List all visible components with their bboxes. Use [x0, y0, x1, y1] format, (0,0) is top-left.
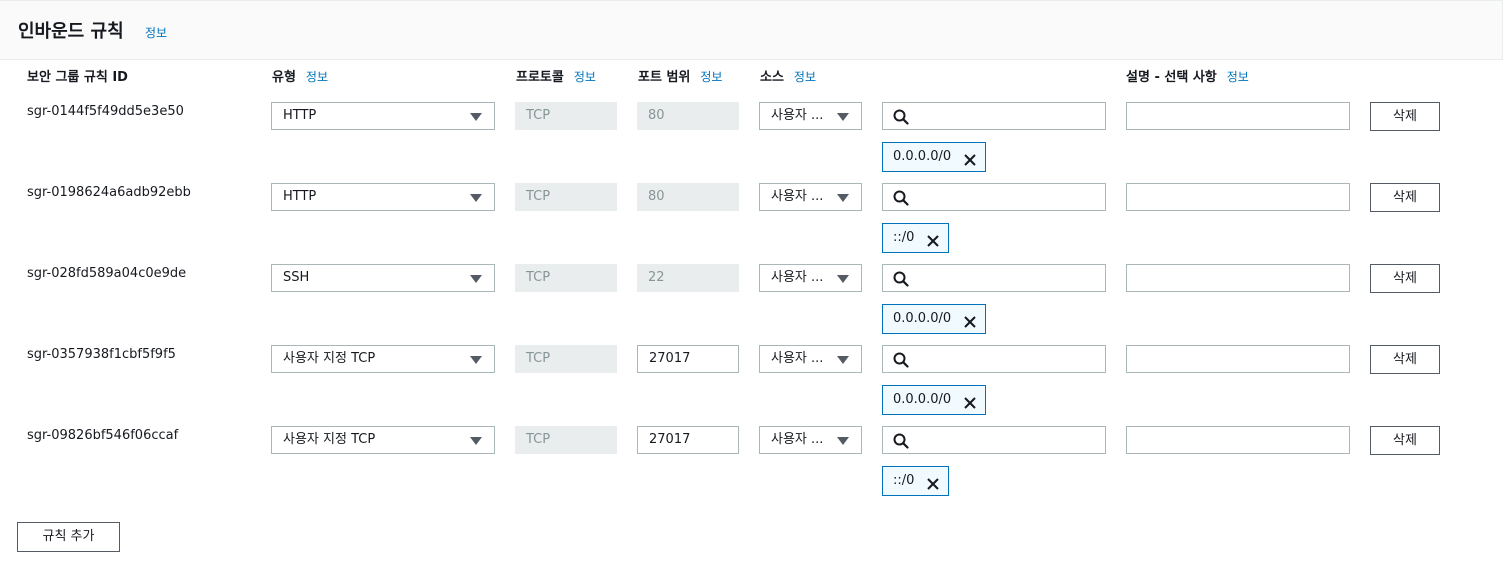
port-range-input: 22 [637, 264, 739, 292]
type-select[interactable]: HTTP [271, 183, 495, 211]
description-input[interactable] [1126, 264, 1350, 292]
rule-id: sgr-09826bf546f06ccaf [27, 428, 179, 443]
column-header-rule-id: 보안 그룹 규칙 ID [27, 70, 128, 85]
rule-id: sgr-0144f5f49dd5e3e50 [27, 104, 184, 119]
description-input[interactable] [1126, 426, 1350, 454]
caret-down-icon [470, 275, 482, 283]
cidr-token-label: 0.0.0.0/0 [893, 392, 952, 407]
column-header-description: 설명 - 선택 사항 정보 [1126, 70, 1249, 85]
caret-down-icon [470, 437, 482, 445]
caret-down-icon [837, 356, 849, 364]
cidr-token-label: 0.0.0.0/0 [893, 311, 952, 326]
caret-down-icon [470, 194, 482, 202]
cidr-token: 0.0.0.0/0 [882, 385, 987, 415]
source-select-value: 사용자 ... [771, 108, 824, 123]
protocol-field: TCP [515, 426, 617, 454]
rule-row: sgr-0144f5f49dd5e3e50 HTTP TCP 80 사용자 ... 삭제 0… [0, 102, 1504, 183]
rule-id: sgr-028fd589a04c0e9de [27, 266, 187, 281]
type-select-value: 사용자 지정 TCP [283, 351, 376, 366]
rule-id: sgr-0198624a6adb92ebb [27, 185, 191, 200]
close-icon[interactable] [926, 474, 940, 502]
cidr-token: ::/0 [882, 223, 950, 253]
cidr-token: 0.0.0.0/0 [882, 304, 987, 334]
close-icon[interactable] [926, 231, 940, 259]
close-icon[interactable] [963, 312, 977, 340]
type-select-value: 사용자 지정 TCP [283, 432, 376, 447]
rule-row: sgr-028fd589a04c0e9de SSH TCP 22 사용자 ... 삭제 0.… [0, 264, 1504, 345]
cidr-token-label: ::/0 [893, 230, 915, 245]
protocol-field: TCP [515, 183, 617, 211]
description-input[interactable] [1126, 183, 1350, 211]
port-range-info-link[interactable]: 정보 [700, 70, 722, 84]
cidr-token-label: 0.0.0.0/0 [893, 149, 952, 164]
protocol-info-link[interactable]: 정보 [574, 70, 596, 84]
caret-down-icon [470, 356, 482, 364]
column-header-port-range: 포트 범위 정보 [638, 70, 723, 85]
source-search-input[interactable] [882, 264, 1106, 292]
source-info-link[interactable]: 정보 [794, 70, 816, 84]
type-select[interactable]: 사용자 지정 TCP [271, 426, 495, 454]
type-select[interactable]: HTTP [271, 102, 495, 130]
cidr-token-label: ::/0 [893, 473, 915, 488]
type-select-value: HTTP [283, 189, 317, 204]
source-select[interactable]: 사용자 ... [759, 183, 862, 211]
rule-row: sgr-09826bf546f06ccaf 사용자 지정 TCP TCP 27017 사… [0, 426, 1504, 507]
source-search-input[interactable] [882, 426, 1106, 454]
description-input[interactable] [1126, 345, 1350, 373]
delete-rule-button[interactable]: 삭제 [1370, 183, 1440, 212]
caret-down-icon [837, 194, 849, 202]
panel-header: 인바운드 규칙 정보 [0, 0, 1503, 60]
type-select-value: HTTP [283, 108, 317, 123]
caret-down-icon [837, 437, 849, 445]
delete-rule-button[interactable]: 삭제 [1370, 102, 1440, 131]
panel-title: 인바운드 규칙 [18, 21, 124, 42]
port-range-input: 80 [637, 183, 739, 211]
description-input[interactable] [1126, 102, 1350, 130]
add-rule-button[interactable]: 규칙 추가 [17, 522, 120, 552]
close-icon[interactable] [963, 150, 977, 178]
port-range-input[interactable]: 27017 [637, 345, 739, 373]
panel-info-link[interactable]: 정보 [145, 24, 167, 41]
description-info-link[interactable]: 정보 [1227, 70, 1249, 84]
rule-id: sgr-0357938f1cbf5f9f5 [27, 347, 176, 362]
port-range-input: 80 [637, 102, 739, 130]
source-select[interactable]: 사용자 ... [759, 264, 862, 292]
protocol-field: TCP [515, 102, 617, 130]
column-header-type: 유형 정보 [272, 70, 329, 85]
port-range-input[interactable]: 27017 [637, 426, 739, 454]
source-search-input[interactable] [882, 345, 1106, 373]
rule-row: sgr-0198624a6adb92ebb HTTP TCP 80 사용자 ... 삭제:… [0, 183, 1504, 264]
protocol-field: TCP [515, 345, 617, 373]
source-select-value: 사용자 ... [771, 270, 824, 285]
type-select[interactable]: SSH [271, 264, 495, 292]
source-search-input[interactable] [882, 183, 1106, 211]
source-select[interactable]: 사용자 ... [759, 102, 862, 130]
caret-down-icon [470, 113, 482, 121]
source-search-input[interactable] [882, 102, 1106, 130]
delete-rule-button[interactable]: 삭제 [1370, 264, 1440, 293]
cidr-token: 0.0.0.0/0 [882, 142, 987, 172]
close-icon[interactable] [963, 393, 977, 421]
caret-down-icon [837, 275, 849, 283]
type-select-value: SSH [283, 270, 310, 285]
source-select-value: 사용자 ... [771, 189, 824, 204]
delete-rule-button[interactable]: 삭제 [1370, 345, 1440, 374]
source-select-value: 사용자 ... [771, 351, 824, 366]
rule-row: sgr-0357938f1cbf5f9f5 사용자 지정 TCP TCP 27017 사… [0, 345, 1504, 426]
delete-rule-button[interactable]: 삭제 [1370, 426, 1440, 455]
column-header-protocol: 프로토콜 정보 [516, 70, 596, 85]
type-info-link[interactable]: 정보 [306, 70, 328, 84]
source-select-value: 사용자 ... [771, 432, 824, 447]
type-select[interactable]: 사용자 지정 TCP [271, 345, 495, 373]
source-select[interactable]: 사용자 ... [759, 426, 862, 454]
column-header-source: 소스 정보 [760, 70, 817, 85]
cidr-token: ::/0 [882, 466, 950, 496]
source-select[interactable]: 사용자 ... [759, 345, 862, 373]
caret-down-icon [837, 113, 849, 121]
protocol-field: TCP [515, 264, 617, 292]
